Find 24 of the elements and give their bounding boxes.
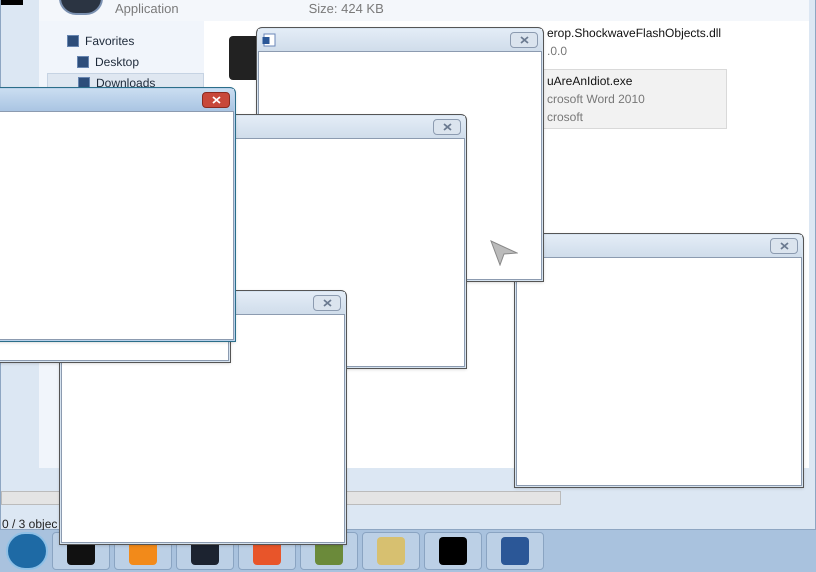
close-button[interactable] xyxy=(202,92,230,108)
file-item[interactable]: erop.ShockwaveFlashObjects.dll .0.0 xyxy=(542,21,727,63)
file-item[interactable]: uAreAnIdiot.exe crosoft Word 2010 crosoft xyxy=(542,69,727,129)
app-icon xyxy=(439,537,467,565)
file-size-label: Size: 424 KB xyxy=(308,2,384,15)
start-orb-icon[interactable] xyxy=(6,532,48,570)
app-icon xyxy=(377,537,405,565)
close-icon xyxy=(780,242,788,250)
close-icon xyxy=(322,299,332,307)
folder-icon xyxy=(67,34,79,46)
file-type-label: Application xyxy=(115,2,179,15)
app-icon xyxy=(501,537,529,565)
taskbar-app-button[interactable] xyxy=(424,532,482,570)
close-icon xyxy=(442,123,452,131)
folder-icon xyxy=(77,56,89,68)
cursor-arrow-icon xyxy=(490,240,518,266)
sidebar-item[interactable]: Desktop xyxy=(47,52,204,71)
word-document-icon xyxy=(262,33,276,47)
close-icon xyxy=(212,96,220,104)
dark-strip xyxy=(1,0,23,5)
status-text: 0 / 3 objec xyxy=(2,516,58,533)
folder-icon xyxy=(78,76,90,88)
close-icon xyxy=(520,36,528,44)
sidebar-item[interactable]: Favorites xyxy=(47,31,204,50)
